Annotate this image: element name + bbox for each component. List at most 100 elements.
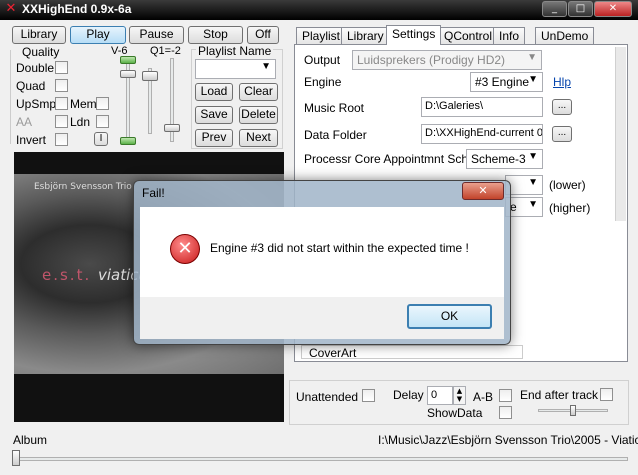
prev-button[interactable]: Prev bbox=[195, 129, 233, 147]
music-root-browse-button[interactable]: ... bbox=[552, 99, 572, 115]
output-value: Luidsprekers (Prodigy HD2) bbox=[357, 53, 506, 67]
close-button[interactable]: ✕ bbox=[594, 1, 632, 17]
delay-spinner[interactable]: ▲ ▼ bbox=[453, 386, 466, 405]
data-folder-input[interactable]: D:\XXHighEnd-current 09 bbox=[421, 124, 543, 144]
music-root-label: Music Root bbox=[304, 101, 365, 115]
album-label: Album bbox=[13, 433, 48, 447]
playlist-name-label: Playlist Name bbox=[196, 44, 274, 58]
double-label: Double bbox=[16, 61, 55, 75]
stop-button[interactable]: Stop bbox=[188, 26, 243, 44]
output-label: Output bbox=[304, 53, 341, 67]
load-button[interactable]: Load bbox=[195, 83, 233, 101]
double-checkbox[interactable] bbox=[55, 61, 68, 74]
chevron-down-icon: ▼ bbox=[528, 199, 538, 210]
save-button[interactable]: Save bbox=[195, 106, 233, 124]
window-title: XXHighEnd 0.9x-6a bbox=[22, 2, 132, 16]
lower-label: (lower) bbox=[549, 178, 586, 192]
music-root-input[interactable]: D:\Galeries\ bbox=[421, 97, 543, 117]
chevron-down-icon: ▼ bbox=[528, 151, 538, 162]
higher-label: (higher) bbox=[549, 201, 591, 215]
play-button[interactable]: Play bbox=[70, 26, 126, 44]
invert-label: Invert bbox=[16, 133, 47, 147]
chevron-down-icon: ▼ bbox=[528, 177, 538, 188]
volume-thumb[interactable] bbox=[570, 405, 576, 416]
delete-button[interactable]: Delete bbox=[239, 106, 278, 124]
v-slider-thumb-top[interactable] bbox=[120, 56, 136, 64]
tab-settings[interactable]: Settings bbox=[386, 25, 442, 45]
ok-button[interactable]: OK bbox=[407, 304, 492, 329]
dialog-message: Engine #3 did not start within the expec… bbox=[210, 241, 469, 255]
unattended-label: Unattended bbox=[296, 390, 359, 404]
q-slider-thumb[interactable] bbox=[164, 124, 180, 132]
title-bar: ✕ XXHighEnd 0.9x-6a _ □ ✕ bbox=[0, 0, 638, 20]
tab-playlist[interactable]: Playlist bbox=[296, 27, 347, 44]
next-button[interactable]: Next bbox=[239, 129, 278, 147]
engine-combo[interactable]: #3 Engine ▼ bbox=[470, 72, 543, 92]
delay-input[interactable]: 0 bbox=[427, 386, 453, 405]
ab-label: A-B bbox=[473, 390, 494, 404]
ab-checkbox[interactable] bbox=[499, 389, 512, 402]
invert-checkbox[interactable] bbox=[55, 133, 68, 146]
off-button[interactable]: Off bbox=[247, 26, 279, 44]
dialog-footer: OK bbox=[140, 297, 504, 339]
artwork-title-prefix: e.s.t. bbox=[42, 266, 92, 284]
core-scheme-combo[interactable]: Scheme-3 ▼ bbox=[466, 149, 543, 169]
data-folder-browse-button[interactable]: ... bbox=[552, 126, 572, 142]
playlist-name-combo[interactable]: ▼ bbox=[195, 59, 276, 79]
progress-track[interactable] bbox=[14, 457, 628, 461]
unattended-checkbox[interactable] bbox=[362, 389, 375, 402]
quality-label: Quality bbox=[22, 45, 60, 59]
chevron-down-icon: ▼ bbox=[527, 52, 537, 63]
ldn-label: Ldn bbox=[70, 115, 91, 129]
mem-checkbox[interactable] bbox=[96, 97, 109, 110]
panel-scrollbar[interactable] bbox=[615, 47, 626, 221]
v-slider-thumb-bottom[interactable] bbox=[120, 137, 136, 145]
upsmp-label: UpSmp bbox=[16, 97, 57, 111]
data-folder-label: Data Folder bbox=[304, 128, 367, 142]
delay-label: Delay bbox=[393, 388, 424, 402]
clear-button[interactable]: Clear bbox=[239, 83, 278, 101]
maximize-button[interactable]: □ bbox=[568, 1, 593, 17]
tab-info[interactable]: Info bbox=[493, 27, 526, 44]
upsmp-checkbox[interactable] bbox=[55, 97, 68, 110]
tab-qcontrol[interactable]: QControl bbox=[438, 27, 499, 44]
ldn-checkbox[interactable] bbox=[96, 115, 109, 128]
error-icon: ✕ bbox=[170, 234, 200, 264]
progress-thumb[interactable] bbox=[12, 450, 20, 466]
chevron-down-icon: ▼ bbox=[261, 61, 271, 72]
library-button[interactable]: Library bbox=[12, 26, 66, 44]
showdata-checkbox[interactable] bbox=[499, 406, 512, 419]
pause-button[interactable]: Pause bbox=[129, 26, 184, 44]
higher-value: e bbox=[510, 200, 517, 214]
album-path: I:\Music\Jazz\Esbjörn Svensson Trio\2005… bbox=[378, 433, 638, 447]
coverart-label: CoverArt bbox=[309, 346, 357, 360]
end-after-track-checkbox[interactable] bbox=[600, 388, 613, 401]
help-link[interactable]: Hlp bbox=[553, 75, 571, 89]
quad-checkbox[interactable] bbox=[55, 79, 68, 92]
app-icon: ✕ bbox=[5, 1, 17, 16]
aa-label: AA bbox=[16, 115, 33, 129]
v-level-thumb[interactable] bbox=[142, 71, 158, 81]
dialog-body: ✕ Engine #3 did not start within the exp… bbox=[140, 207, 504, 297]
minimize-button[interactable]: _ bbox=[542, 1, 567, 17]
output-combo[interactable]: Luidsprekers (Prodigy HD2) ▼ bbox=[352, 50, 542, 70]
tab-undemo[interactable]: UnDemo bbox=[535, 27, 595, 44]
core-scheme-label: Processr Core Appointmnt Scheme bbox=[304, 152, 492, 166]
aa-checkbox[interactable] bbox=[55, 115, 68, 128]
quality-group-border bbox=[10, 50, 12, 144]
showdata-label: ShowData bbox=[427, 406, 483, 420]
fail-dialog: Fail! ✕ ✕ Engine #3 did not start within… bbox=[133, 180, 511, 345]
tab-library[interactable]: Library bbox=[341, 27, 390, 44]
quad-label: Quad bbox=[16, 79, 46, 93]
core-scheme-value: Scheme-3 bbox=[471, 152, 526, 166]
chevron-down-icon: ▼ bbox=[528, 74, 538, 85]
mem-label: Mem bbox=[70, 97, 97, 111]
dialog-close-button[interactable]: ✕ bbox=[462, 182, 504, 200]
engine-value: #3 Engine bbox=[475, 75, 530, 89]
end-after-track-label: End after track bbox=[520, 388, 599, 402]
i-button[interactable]: I bbox=[94, 132, 108, 146]
v-slider-thumb[interactable] bbox=[120, 70, 136, 78]
artwork-band-text: Esbjörn Svensson Trio bbox=[34, 182, 132, 192]
dialog-title: Fail! bbox=[142, 186, 165, 200]
q-label: Q1=-2 bbox=[150, 45, 181, 57]
